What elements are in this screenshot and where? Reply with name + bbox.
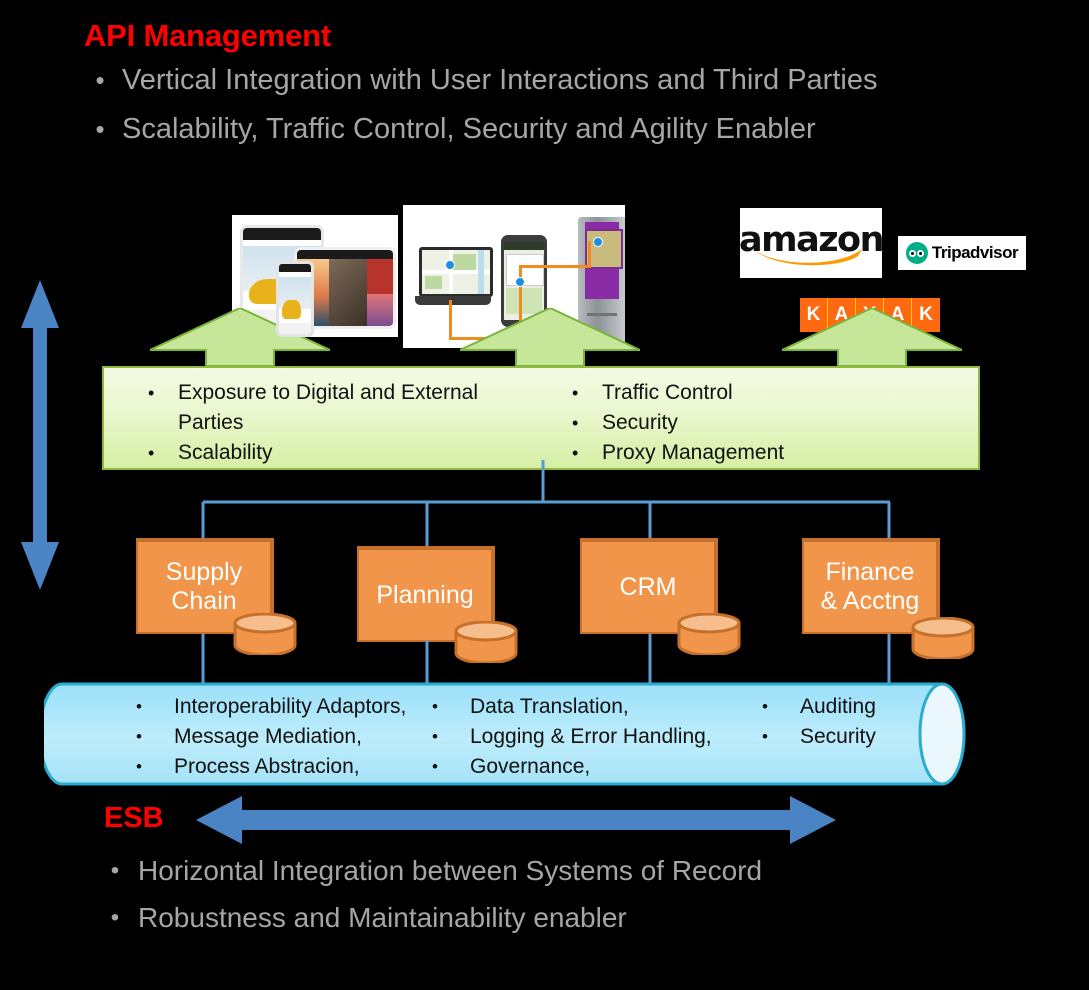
api-band-item-text: Security [602,411,678,434]
esb-column-2: • Data Translation, • Logging & Error Ha… [432,692,762,782]
esb-item: • Auditing [762,692,952,722]
bullet-glyph: • [136,757,142,776]
esb-item-text: Governance, [470,755,591,778]
api-management-band: • Exposure to Digital and External Parti… [102,366,980,470]
channel-up-arrow [460,308,640,366]
amazon-logo: amazon [739,208,885,278]
bullet-glyph: • [95,65,105,95]
esb-column-3: • Auditing • Security [762,692,952,752]
system-box-label: Finance & Acctng [820,558,920,615]
map-pin-dot [445,260,455,270]
bottom-bullet-text: Robustness and Maintainability enabler [138,902,627,933]
connection-wire [449,300,452,340]
esb-label: ESB [104,802,164,834]
bottom-bullet-item: • Robustness and Maintainability enabler [92,895,1052,940]
esb-item: • Data Translation, [432,692,762,722]
esb-item: • Message Mediation, [136,722,436,752]
api-band-item-text: Exposure to Digital and External Parties [178,381,478,434]
api-band-item: • Security [572,408,972,438]
bullet-glyph: • [432,697,438,716]
top-bullet-list: • Vertical Integration with User Interac… [78,58,1038,156]
esb-item: • Process Abstracion, [136,752,436,782]
horizontal-integration-arrow [196,796,836,844]
esb-item: • Security [762,722,952,752]
esb-item-text: Logging & Error Handling, [470,725,712,748]
esb-item-text: Data Translation, [470,695,629,718]
connection-wire [588,241,591,267]
system-box-label: CRM [619,572,677,601]
tripadvisor-logo: Tripadvisor [898,236,1026,270]
bullet-glyph: • [110,857,120,884]
owl-icon [905,242,928,264]
top-bullet-item: • Scalability, Traffic Control, Security… [78,107,1038,152]
top-bullet-text: Scalability, Traffic Control, Security a… [122,113,816,145]
bottom-bullet-list: • Horizontal Integration between Systems… [92,848,1052,942]
connection-wire [519,265,591,268]
api-band-item: • Traffic Control [572,378,972,408]
bullet-glyph: • [762,727,768,746]
top-bullet-text: Vertical Integration with User Interacti… [122,64,878,96]
bullet-glyph: • [110,904,120,931]
esb-item-text: Interoperability Adaptors, [174,695,407,718]
esb-item: • Logging & Error Handling, [432,722,762,752]
api-band-right-column: • Traffic Control • Security • Proxy Man… [572,378,972,468]
api-band-left-column: • Exposure to Digital and External Parti… [148,378,548,468]
diagram-canvas: API Management • Vertical Integration wi… [0,0,1089,990]
bottom-bullet-text: Horizontal Integration between Systems o… [138,855,763,886]
api-to-systems-connector [201,460,891,546]
laptop-image [415,247,493,305]
bullet-glyph: • [762,697,768,716]
esb-item: • Interoperability Adaptors, [136,692,436,722]
esb-item-text: Auditing [800,695,876,718]
esb-item-text: Message Mediation, [174,725,362,748]
bullet-glyph: • [95,114,105,144]
smartphone-image [276,261,314,337]
bullet-glyph: • [136,697,142,716]
bullet-glyph: • [432,757,438,776]
bullet-glyph: • [136,727,142,746]
esb-item: • Governance, [432,752,762,782]
map-pin-dot [515,277,525,287]
esb-column-1: • Interoperability Adaptors, • Message M… [136,692,436,782]
api-band-item-text: Traffic Control [602,381,733,404]
esb-item-text: Process Abstracion, [174,755,360,778]
bullet-glyph: • [148,383,155,403]
system-box-label: Supply Chain [165,558,243,615]
api-band-item: • Exposure to Digital and External Parti… [148,378,548,438]
map-pin-dot [593,237,603,247]
bullet-glyph: • [572,383,579,403]
tripadvisor-wordmark: Tripadvisor [931,243,1019,262]
bullet-glyph: • [572,413,579,433]
channel-up-arrow [782,308,962,366]
bottom-bullet-item: • Horizontal Integration between Systems… [92,848,1052,893]
page-title: API Management [84,18,331,53]
bullet-glyph: • [432,727,438,746]
esb-item-text: Security [800,725,876,748]
amazon-smile-icon [756,249,862,266]
top-bullet-item: • Vertical Integration with User Interac… [78,58,1038,103]
system-box-label: Planning [376,580,474,609]
